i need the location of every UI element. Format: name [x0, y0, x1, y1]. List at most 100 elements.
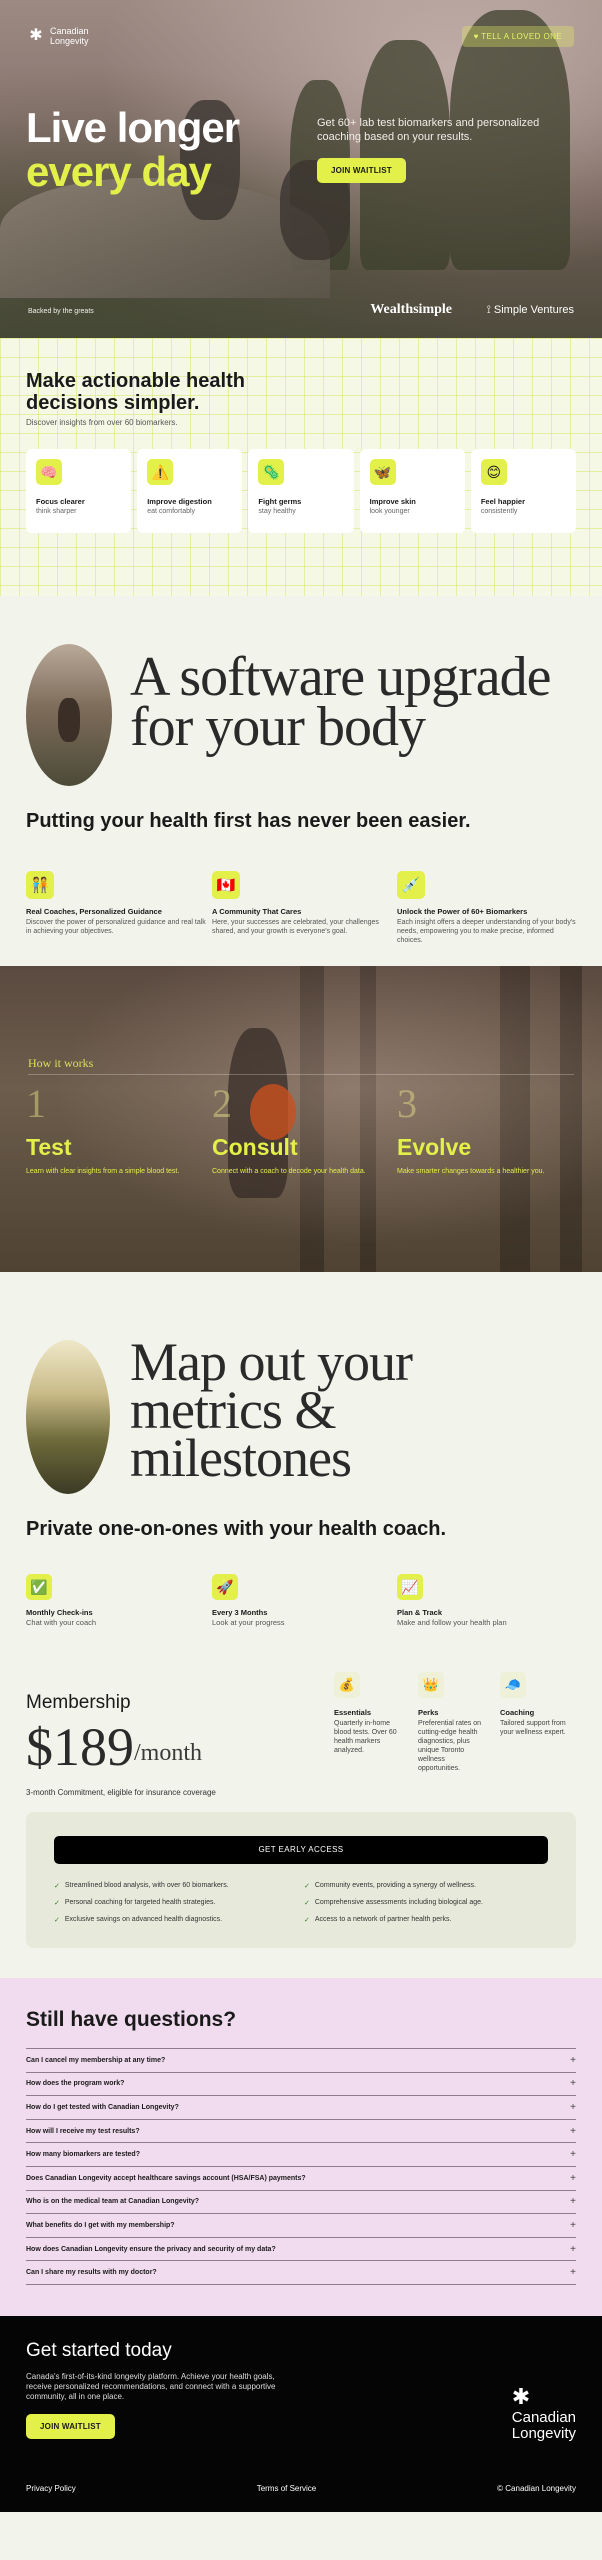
faq-item[interactable]: Can I share my results with my doctor? +: [26, 2261, 576, 2285]
faq-list: Can I cancel my membership at any time? +…: [26, 2048, 576, 2285]
perk-desc: Quarterly in-home blood tests. Over 60 h…: [334, 1720, 397, 1754]
syringe-icon: 💉: [397, 871, 425, 899]
coach-step-desc: Make and follow your health plan: [397, 1618, 507, 1627]
benefit-card: 🧠 Focus clearer think sharper: [26, 449, 132, 533]
crown-icon: 👑: [418, 1672, 444, 1698]
list-item: ✓ Streamlined blood analysis, with over 6…: [54, 1882, 229, 1890]
plus-icon: +: [570, 2054, 576, 2066]
check-icon: ✓: [54, 1917, 60, 1924]
benefit-card: 😊 Feel happier consistently: [470, 449, 577, 533]
membership-card: GET EARLY ACCESS ✓ Streamlined blood anal…: [26, 1812, 576, 1948]
join-waitlist-button[interactable]: JOIN WAITLIST: [317, 158, 406, 183]
faq-item[interactable]: How do I get tested with Canadian Longev…: [26, 2096, 576, 2120]
check-icon: ✓: [304, 1883, 310, 1890]
coach-step: 🚀 Every 3 Months Look at your progress: [212, 1574, 392, 1627]
plus-icon: +: [570, 2125, 576, 2137]
step-title: Evolve: [397, 1134, 472, 1160]
coach-step-title: Every 3 Months: [212, 1608, 268, 1617]
step-test: 1 Test Learn with clear insights from a …: [26, 1082, 206, 1176]
sitting-person-image: [26, 644, 112, 786]
hero-title-line2: every day: [26, 148, 212, 195]
metrics-section: Map out your metrics & milestones Privat…: [0, 1272, 602, 1672]
benefits-subtitle: Discover insights from over 60 biomarker…: [26, 418, 178, 427]
benefits-title: Make actionable health decisions simpler…: [26, 370, 245, 414]
benefit-desc: eat comfortably: [147, 508, 196, 515]
list-item: ✓ Exclusive savings on advanced health di…: [54, 1916, 223, 1924]
membership-section: Membership $189 /month 3-month Commitmen…: [0, 1672, 602, 1978]
backed-by-text: Backed by the greats: [28, 308, 94, 315]
footer-join-waitlist-button[interactable]: JOIN WAITLIST: [26, 2414, 115, 2439]
terms-of-service-link[interactable]: Terms of Service: [257, 2484, 317, 2493]
coach-step-desc: Chat with your coach: [26, 1618, 97, 1627]
feature-desc: Here, your successes are celebrated, you…: [212, 919, 379, 935]
footer-logo-line2: Longevity: [511, 2425, 576, 2442]
get-early-access-button[interactable]: GET EARLY ACCESS: [54, 1836, 548, 1864]
tell-loved-one-button[interactable]: ♥ TELL A LOVED ONE: [461, 26, 574, 47]
perk-title: Essentials: [334, 1708, 372, 1717]
coach-icon: 🧑‍🤝‍🧑: [26, 871, 54, 899]
step-number: 2: [212, 1081, 232, 1126]
copyright-text: © Canadian Longevity: [497, 2484, 576, 2493]
faq-item[interactable]: Who is on the medical team at Canadian L…: [26, 2191, 576, 2215]
coach-step: 📈 Plan & Track Make and follow your heal…: [397, 1574, 577, 1627]
step-number: 3: [397, 1081, 417, 1126]
faq-title: Still have questions?: [26, 2008, 237, 2031]
benefit-cards: 🧠 Focus clearer think sharper ⚠️ Improve…: [26, 449, 577, 533]
chart-icon: 📈: [397, 1574, 423, 1600]
divider: [28, 1074, 574, 1075]
membership-list-left: ✓ Streamlined blood analysis, with over 6…: [54, 1882, 304, 1933]
step-evolve: 3 Evolve Make smarter changes towards a …: [397, 1082, 577, 1176]
page: ✱ Canadian Longevity ♥ TELL A LOVED ONE …: [0, 0, 602, 2512]
step-desc: Connect with a coach to decode your heal…: [212, 1168, 366, 1175]
plus-icon: +: [570, 2172, 576, 2184]
perk-title: Perks: [418, 1708, 439, 1717]
plus-icon: +: [570, 2101, 576, 2113]
check-icon: ✓: [304, 1900, 310, 1907]
plus-icon: +: [570, 2243, 576, 2255]
footer-title: Get started today: [26, 2340, 172, 2361]
footer-logo-line1: Canadian: [511, 2409, 576, 2426]
how-it-works-label: How it works: [28, 1056, 94, 1070]
rocket-icon: 🚀: [212, 1574, 238, 1600]
faq-item[interactable]: How does Canadian Longevity ensure the p…: [26, 2238, 576, 2262]
brain-icon: 🧠: [36, 459, 62, 485]
benefit-desc: think sharper: [36, 508, 77, 515]
software-headline: A software upgrade for your body: [130, 646, 552, 758]
faq-item[interactable]: How does the program work? +: [26, 2073, 576, 2097]
money-bag-icon: 💰: [334, 1672, 360, 1698]
simple-ventures-logo: ⟟ Simple Ventures: [486, 304, 574, 316]
faq-section: Still have questions? Can I cancel my me…: [0, 1978, 602, 2316]
faq-item[interactable]: Can I cancel my membership at any time? +: [26, 2049, 576, 2073]
metrics-headline: Map out your metrics & milestones: [130, 1332, 413, 1488]
perk-essentials: 💰 Essentials Quarterly in-home blood tes…: [334, 1672, 404, 1755]
plus-icon: +: [570, 2267, 576, 2279]
benefit-desc: look younger: [369, 508, 410, 515]
membership-period: /month: [134, 1740, 203, 1766]
benefits-section: Make actionable health decisions simpler…: [0, 338, 602, 596]
membership-list-right: ✓ Community events, providing a synergy o…: [304, 1882, 554, 1933]
feature-desc: Discover the power of personalized guida…: [26, 919, 206, 935]
hero-title: Live longer every day: [26, 106, 240, 195]
feature-title: Real Coaches, Personalized Guidance: [26, 907, 162, 916]
benefit-desc: stay healthy: [258, 508, 296, 515]
faq-item[interactable]: What benefits do I get with my membershi…: [26, 2214, 576, 2238]
perk-coaching: 🧢 Coaching Tailored support from your we…: [500, 1672, 570, 1737]
faq-item[interactable]: How many biomarkers are tested? +: [26, 2143, 576, 2167]
coach-step-title: Plan & Track: [397, 1608, 443, 1617]
benefit-card: 🦠 Fight germs stay healthy: [248, 449, 354, 533]
privacy-policy-link[interactable]: Privacy Policy: [26, 2484, 76, 2493]
site-logo[interactable]: ✱ Canadian Longevity: [28, 26, 89, 46]
cap-icon: 🧢: [500, 1672, 526, 1698]
faq-item[interactable]: Does Canadian Longevity accept healthcar…: [26, 2167, 576, 2191]
list-item: ✓ Personal coaching for targeted health s…: [54, 1899, 216, 1907]
check-icon: ✓: [54, 1900, 60, 1907]
benefit-title: Fight germs: [258, 497, 302, 506]
logo-line2: Longevity: [50, 36, 89, 46]
perk-desc: Tailored support from your wellness expe…: [500, 1720, 566, 1736]
wealthsimple-logo: Wealthsimple: [370, 302, 452, 317]
footer-logo[interactable]: ✱ Canadian Longevity: [512, 2384, 576, 2442]
benefit-title: Improve skin: [369, 497, 416, 506]
plus-icon: +: [570, 2219, 576, 2231]
faq-item[interactable]: How will I receive my test results? +: [26, 2120, 576, 2144]
benefit-desc: consistently: [480, 508, 518, 515]
